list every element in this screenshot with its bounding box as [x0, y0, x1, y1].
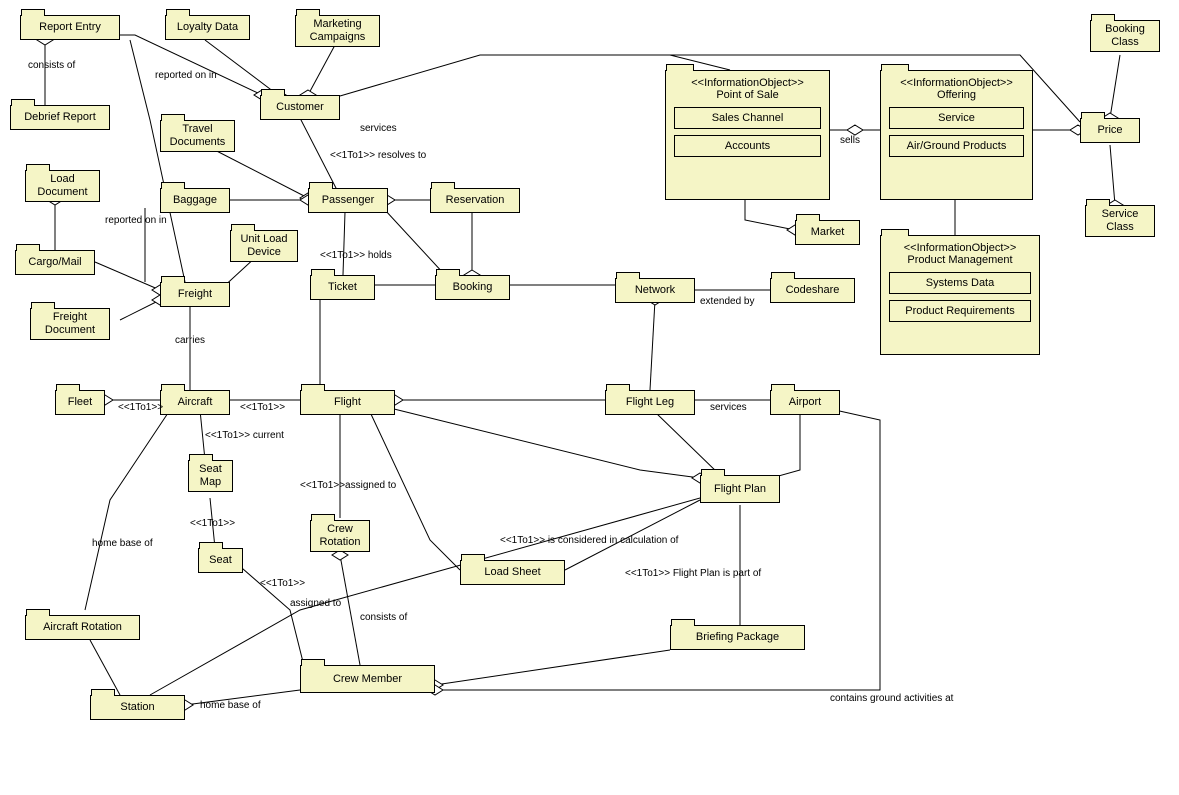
lbl-extended-by: extended by	[700, 296, 755, 307]
pm-item-1: Product Requirements	[889, 300, 1031, 322]
node-crew-rotation: Crew Rotation	[310, 520, 370, 552]
lbl-sells: sells	[840, 135, 860, 146]
pkg-offering: <<InformationObject>>Offering Service Ai…	[880, 70, 1033, 200]
pos-stereo: <<InformationObject>>	[691, 77, 804, 89]
lbl-contains-ground: contains ground activities at	[830, 693, 953, 704]
node-loyalty-data: Loyalty Data	[165, 15, 250, 40]
node-seat-map: Seat Map	[188, 460, 233, 492]
lbl-is-considered: <<1To1>> is considered in calculation of	[500, 535, 678, 546]
lbl-holds: <<1To1>> holds	[320, 250, 392, 261]
pos-item-1: Accounts	[674, 135, 821, 157]
node-reservation: Reservation	[430, 188, 520, 213]
node-codeshare: Codeshare	[770, 278, 855, 303]
node-price: Price	[1080, 118, 1140, 143]
pkg-point-of-sale: <<InformationObject>>Point of Sale Sales…	[665, 70, 830, 200]
lbl-reported-on-in-2: reported on in	[105, 215, 167, 226]
node-flight-leg: Flight Leg	[605, 390, 695, 415]
node-unit-load-device: Unit Load Device	[230, 230, 298, 262]
node-marketing-campaigns: Marketing Campaigns	[295, 15, 380, 47]
node-freight: Freight	[160, 282, 230, 307]
lbl-services-2: services	[710, 402, 747, 413]
off-stereo: <<InformationObject>>	[900, 77, 1013, 89]
node-freight-document: Freight Document	[30, 308, 110, 340]
lbl-1to1-2: <<1To1>>	[240, 402, 285, 413]
node-airport: Airport	[770, 390, 840, 415]
lbl-home-base-of-1: home base of	[92, 538, 153, 549]
node-report-entry: Report Entry	[20, 15, 120, 40]
lbl-1to1-4: <<1To1>>	[260, 578, 305, 589]
node-crew-member: Crew Member	[300, 665, 435, 693]
pos-title: Point of Sale	[716, 89, 778, 101]
lbl-resolves-to: <<1To1>> resolves to	[330, 150, 426, 161]
off-item-1: Air/Ground Products	[889, 135, 1024, 157]
pm-stereo: <<InformationObject>>	[904, 242, 1017, 254]
node-flight: Flight	[300, 390, 395, 415]
pm-title: Product Management	[907, 254, 1012, 266]
node-market: Market	[795, 220, 860, 245]
lbl-home-base-of-2: home base of	[200, 700, 261, 711]
pos-item-0: Sales Channel	[674, 107, 821, 129]
lbl-assigned-to-2: assigned to	[290, 598, 341, 609]
node-booking: Booking	[435, 275, 510, 300]
node-service-class: Service Class	[1085, 205, 1155, 237]
node-cargo-mail: Cargo/Mail	[15, 250, 95, 275]
lbl-consists-of-1: consists of	[28, 60, 75, 71]
node-travel-documents: Travel Documents	[160, 120, 235, 152]
off-item-0: Service	[889, 107, 1024, 129]
node-baggage: Baggage	[160, 188, 230, 213]
lbl-flight-plan-part-of: <<1To1>> Flight Plan is part of	[625, 568, 761, 579]
lbl-1to1-1: <<1To1>>	[118, 402, 163, 413]
node-station: Station	[90, 695, 185, 720]
node-customer: Customer	[260, 95, 340, 120]
node-network: Network	[615, 278, 695, 303]
node-briefing-package: Briefing Package	[670, 625, 805, 650]
lbl-current: <<1To1>> current	[205, 430, 284, 441]
node-load-sheet: Load Sheet	[460, 560, 565, 585]
node-seat: Seat	[198, 548, 243, 573]
lbl-reported-on-in-1: reported on in	[155, 70, 217, 81]
node-ticket: Ticket	[310, 275, 375, 300]
node-booking-class: Booking Class	[1090, 20, 1160, 52]
lbl-consists-of-2: consists of	[360, 612, 407, 623]
node-debrief-report: Debrief Report	[10, 105, 110, 130]
pkg-product-mgmt: <<InformationObject>>Product Management …	[880, 235, 1040, 355]
node-passenger: Passenger	[308, 188, 388, 213]
node-flight-plan: Flight Plan	[700, 475, 780, 503]
node-aircraft: Aircraft	[160, 390, 230, 415]
lbl-1to1-3: <<1To1>>	[190, 518, 235, 529]
lbl-services-1: services	[360, 123, 397, 134]
off-title: Offering	[937, 89, 976, 101]
pm-item-0: Systems Data	[889, 272, 1031, 294]
node-load-document: Load Document	[25, 170, 100, 202]
lbl-carries: carries	[175, 335, 205, 346]
lbl-assigned-to-1: <<1To1>>assigned to	[300, 480, 396, 491]
node-fleet: Fleet	[55, 390, 105, 415]
node-aircraft-rotation: Aircraft Rotation	[25, 615, 140, 640]
